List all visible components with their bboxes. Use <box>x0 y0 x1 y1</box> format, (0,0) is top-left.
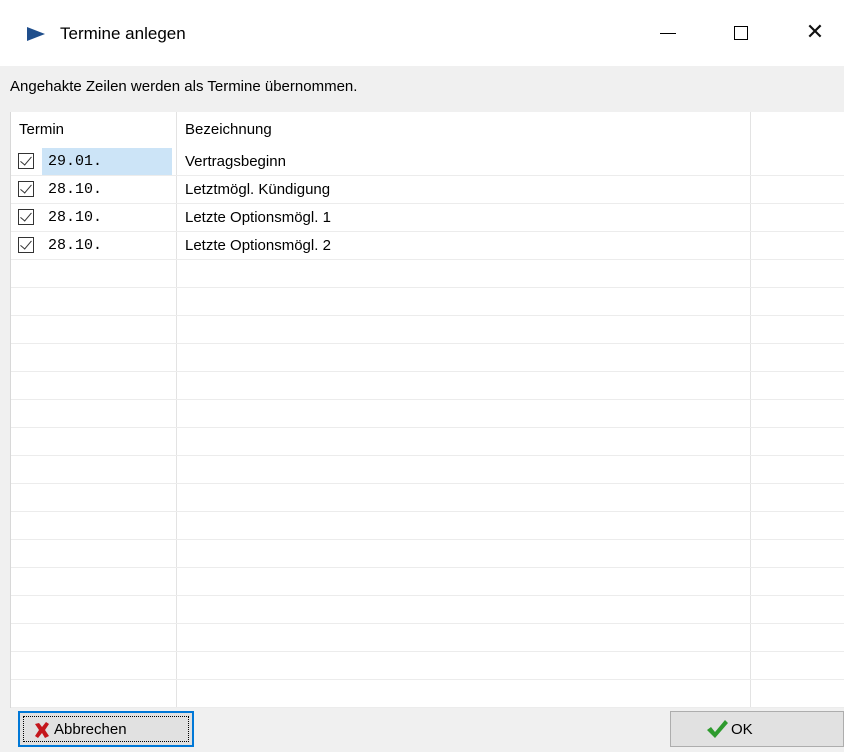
empty-table-row <box>11 652 844 680</box>
table-row[interactable]: 28.10. Letztmögl. Kündigung <box>11 176 844 204</box>
row-checkbox[interactable] <box>18 153 34 169</box>
ok-label: OK <box>731 720 753 738</box>
row-checkbox[interactable] <box>18 209 34 225</box>
column-header-termin[interactable]: Termin <box>11 112 176 148</box>
empty-table-row <box>11 372 844 400</box>
title-bar[interactable]: Termine anlegen ✕ <box>0 0 844 66</box>
red-x-icon <box>35 722 49 738</box>
empty-table-row <box>11 428 844 456</box>
bezeichnung-cell[interactable]: Vertragsbeginn <box>177 148 751 175</box>
appointments-grid[interactable]: Termin Bezeichnung 29.01. Vertragsbeginn 2… <box>10 112 844 708</box>
row-checkbox-cell <box>17 232 37 259</box>
row-checkbox-cell <box>17 204 37 231</box>
maximize-icon <box>734 26 748 40</box>
empty-table-row <box>11 568 844 596</box>
empty-table-row <box>11 344 844 372</box>
row-checkbox-cell <box>17 148 37 175</box>
empty-table-row <box>11 680 844 708</box>
minimize-button[interactable] <box>633 0 703 66</box>
window-title: Termine anlegen <box>60 24 186 43</box>
empty-table-row <box>11 456 844 484</box>
checkmark-icon <box>20 153 32 166</box>
bezeichnung-cell[interactable]: Letztmögl. Kündigung <box>177 176 751 203</box>
checkmark-icon <box>20 209 32 222</box>
bezeichnung-cell[interactable]: Letzte Optionsmögl. 1 <box>177 204 751 231</box>
empty-table-row <box>11 596 844 624</box>
empty-table-row <box>11 540 844 568</box>
empty-table-row <box>11 288 844 316</box>
empty-table-row <box>11 260 844 288</box>
minimize-icon <box>660 32 676 34</box>
empty-table-row <box>11 624 844 652</box>
empty-table-row <box>11 484 844 512</box>
empty-table-row <box>11 512 844 540</box>
column-header-empty <box>751 112 844 148</box>
dialog-window: Termine anlegen ✕ Angehakte Zeilen werde… <box>0 0 844 752</box>
ok-button[interactable]: OK <box>670 711 844 747</box>
button-bar: Abbrechen OK <box>0 708 844 752</box>
play-triangle-icon <box>27 27 45 41</box>
termin-cell[interactable]: 28.10. <box>42 232 172 259</box>
row-checkbox[interactable] <box>18 237 34 253</box>
table-row[interactable]: 29.01. Vertragsbeginn <box>11 148 844 176</box>
empty-table-row <box>11 400 844 428</box>
checkmark-icon <box>20 237 32 250</box>
maximize-button[interactable] <box>706 0 776 66</box>
hint-bar: Angehakte Zeilen werden als Termine über… <box>0 66 844 108</box>
close-icon: ✕ <box>805 20 825 45</box>
cancel-label: Abbrechen <box>54 720 127 738</box>
green-check-icon <box>707 720 728 738</box>
termin-cell[interactable]: 29.01. <box>42 148 172 175</box>
table-row[interactable]: 28.10. Letzte Optionsmögl. 1 <box>11 204 844 232</box>
termin-cell[interactable]: 28.10. <box>42 204 172 231</box>
cancel-button[interactable]: Abbrechen <box>18 711 194 747</box>
checkmark-icon <box>20 181 32 194</box>
termin-cell[interactable]: 28.10. <box>42 176 172 203</box>
bezeichnung-cell[interactable]: Letzte Optionsmögl. 2 <box>177 232 751 259</box>
hint-text: Angehakte Zeilen werden als Termine über… <box>10 78 358 95</box>
table-row[interactable]: 28.10. Letzte Optionsmögl. 2 <box>11 232 844 260</box>
empty-table-row <box>11 316 844 344</box>
close-button[interactable]: ✕ <box>780 0 844 66</box>
column-header-bezeichnung[interactable]: Bezeichnung <box>177 112 751 148</box>
grid-header: Termin Bezeichnung <box>11 112 844 148</box>
row-checkbox-cell <box>17 176 37 203</box>
row-checkbox[interactable] <box>18 181 34 197</box>
